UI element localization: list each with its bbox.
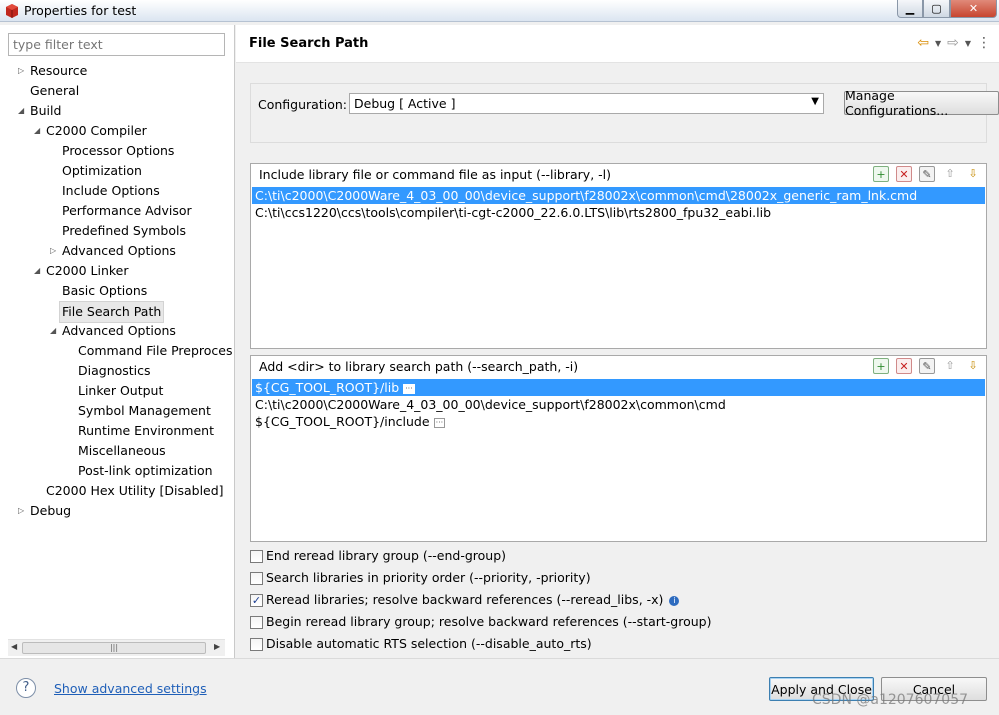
edit-icon[interactable]: ✎	[919, 358, 935, 374]
title-bar: Properties for test ▁ ▢ ✕	[0, 0, 999, 22]
expand-icon[interactable]: ▷	[18, 61, 24, 81]
add-icon[interactable]: +	[873, 166, 889, 182]
expand-icon[interactable]: ▷	[50, 241, 56, 261]
maximize-button[interactable]: ▢	[923, 0, 950, 18]
checkbox-box[interactable]	[250, 616, 263, 629]
search-path-list: Add <dir> to library search path (--sear…	[250, 355, 987, 542]
expand-icon[interactable]: ▷	[18, 501, 24, 521]
page-title: File Search Path	[249, 36, 369, 51]
more-icon[interactable]: ···	[403, 383, 415, 394]
list-item[interactable]: ${CG_TOOL_ROOT}/lib ···	[252, 379, 985, 396]
manage-configurations-button[interactable]: Manage Configurations...	[844, 88, 999, 118]
right-pane: File Search Path ⇦ ▼ ⇨ ▼ ⋮ Configuration…	[236, 25, 999, 658]
minimize-button[interactable]: ▁	[897, 0, 923, 18]
forward-menu-chevron-down-icon[interactable]: ▼	[965, 35, 971, 51]
add-icon[interactable]: +	[873, 358, 889, 374]
delete-icon[interactable]: ✕	[896, 358, 912, 374]
list-item[interactable]: C:\ti\ccs1220\ccs\tools\compiler\ti-cgt-…	[252, 204, 985, 221]
back-arrow-icon[interactable]: ⇦	[917, 35, 929, 51]
configuration-value: Debug [ Active ]	[354, 96, 456, 111]
collapse-icon[interactable]: ◢	[34, 121, 40, 141]
chevron-down-icon: ▼	[811, 96, 819, 107]
page-nav: ⇦ ▼ ⇨ ▼ ⋮	[917, 35, 991, 51]
tree-horizontal-scrollbar[interactable]: ◀ ||| ▶	[8, 639, 225, 656]
library-list-toolbar: + ✕ ✎ ⇧ ⇩	[873, 166, 981, 182]
dialog-footer: ? Show advanced settings Apply and Close…	[0, 658, 999, 715]
library-list-header: Include library file or command file as …	[259, 167, 612, 182]
page-header: File Search Path ⇦ ▼ ⇨ ▼ ⋮	[236, 25, 999, 63]
checkmark-icon[interactable]: ✓	[250, 594, 263, 607]
left-pane: ▷Resource General ◢Build ◢C2000 Compiler…	[0, 25, 235, 658]
scroll-left-icon[interactable]: ◀	[11, 642, 17, 651]
maximize-icon: ▢	[931, 2, 942, 15]
configuration-group: Configuration: Debug [ Active ] ▼ Manage…	[250, 83, 999, 143]
move-up-icon[interactable]: ⇧	[942, 166, 958, 182]
search-path-list-header: Add <dir> to library search path (--sear…	[259, 359, 579, 374]
back-menu-chevron-down-icon[interactable]: ▼	[935, 35, 941, 51]
list-item[interactable]: C:\ti\c2000\C2000Ware_4_03_00_00\device_…	[252, 396, 985, 413]
show-advanced-settings-link[interactable]: Show advanced settings	[54, 681, 207, 696]
delete-icon[interactable]: ✕	[896, 166, 912, 182]
checkbox-box[interactable]	[250, 572, 263, 585]
collapse-icon[interactable]: ◢	[34, 261, 40, 281]
list-item[interactable]: C:\ti\c2000\C2000Ware_4_03_00_00\device_…	[252, 187, 985, 204]
list-item[interactable]: ${CG_TOOL_ROOT}/include ···	[252, 413, 985, 430]
window-title: Properties for test	[24, 3, 137, 18]
watermark: CSDN @a1207607057	[812, 692, 969, 708]
close-icon: ✕	[968, 2, 979, 15]
list-item-text: ${CG_TOOL_ROOT}/include	[255, 414, 430, 429]
edit-icon[interactable]: ✎	[919, 166, 935, 182]
list-item-text: ${CG_TOOL_ROOT}/lib	[255, 380, 400, 395]
help-icon[interactable]: ?	[16, 678, 36, 698]
app-icon	[6, 4, 18, 18]
filter-input[interactable]	[8, 33, 225, 56]
close-button[interactable]: ✕	[950, 0, 997, 18]
library-list: Include library file or command file as …	[250, 163, 987, 349]
search-path-list-toolbar: + ✕ ✎ ⇧ ⇩	[873, 358, 981, 374]
info-icon[interactable]: i	[669, 595, 680, 606]
scroll-right-icon[interactable]: ▶	[214, 642, 220, 651]
more-icon[interactable]: ···	[433, 417, 446, 428]
list-item-text: C:\ti\c2000\C2000Ware_4_03_00_00\device_…	[255, 397, 726, 412]
configuration-select[interactable]: Debug [ Active ] ▼	[349, 93, 824, 114]
minimize-icon: ▁	[905, 2, 915, 15]
forward-arrow-icon[interactable]: ⇨	[947, 35, 959, 51]
move-down-icon[interactable]: ⇩	[965, 166, 981, 182]
scrollbar-thumb[interactable]: |||	[22, 642, 206, 654]
checkbox-box[interactable]	[250, 638, 263, 651]
checkbox-box[interactable]	[250, 550, 263, 563]
collapse-icon[interactable]: ◢	[50, 321, 56, 341]
view-menu-icon[interactable]: ⋮	[977, 35, 991, 51]
move-up-icon[interactable]: ⇧	[942, 358, 958, 374]
collapse-icon[interactable]: ◢	[18, 101, 24, 121]
move-down-icon[interactable]: ⇩	[965, 358, 981, 374]
configuration-label: Configuration:	[258, 97, 347, 112]
